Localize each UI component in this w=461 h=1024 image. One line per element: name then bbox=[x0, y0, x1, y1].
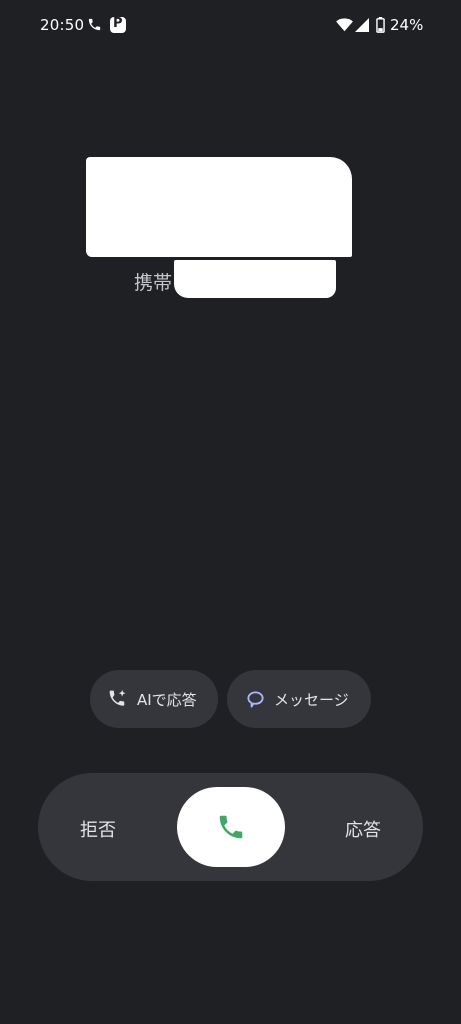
battery-percentage: 24% bbox=[390, 16, 424, 34]
battery-icon bbox=[376, 17, 385, 33]
answer-handle[interactable] bbox=[177, 787, 285, 867]
ai-answer-button[interactable]: AIで応答 bbox=[90, 670, 218, 728]
phone-call-icon bbox=[88, 18, 101, 31]
message-reply-label: メッセージ bbox=[274, 690, 349, 709]
status-bar: 20:50 P 24% bbox=[0, 0, 461, 52]
signal-icon bbox=[355, 18, 369, 32]
answer-label[interactable]: 応答 bbox=[345, 816, 381, 842]
answer-slider[interactable]: 拒否 応答 bbox=[38, 773, 423, 881]
message-bubble-icon bbox=[247, 690, 264, 708]
caller-type-label: 携帯 bbox=[134, 272, 173, 294]
wifi-icon bbox=[336, 18, 353, 32]
ai-answer-label: AIで応答 bbox=[137, 690, 197, 709]
phone-answer-icon bbox=[219, 815, 243, 839]
decline-label[interactable]: 拒否 bbox=[80, 816, 116, 842]
status-time: 20:50 bbox=[40, 16, 85, 34]
message-reply-button[interactable]: メッセージ bbox=[227, 670, 371, 728]
paypay-icon: P bbox=[110, 16, 126, 33]
caller-number-redacted bbox=[174, 260, 336, 298]
caller-name-redacted bbox=[86, 157, 352, 257]
paypay-glyph: P bbox=[113, 16, 123, 31]
ai-phone-sparkle-icon bbox=[109, 689, 126, 706]
